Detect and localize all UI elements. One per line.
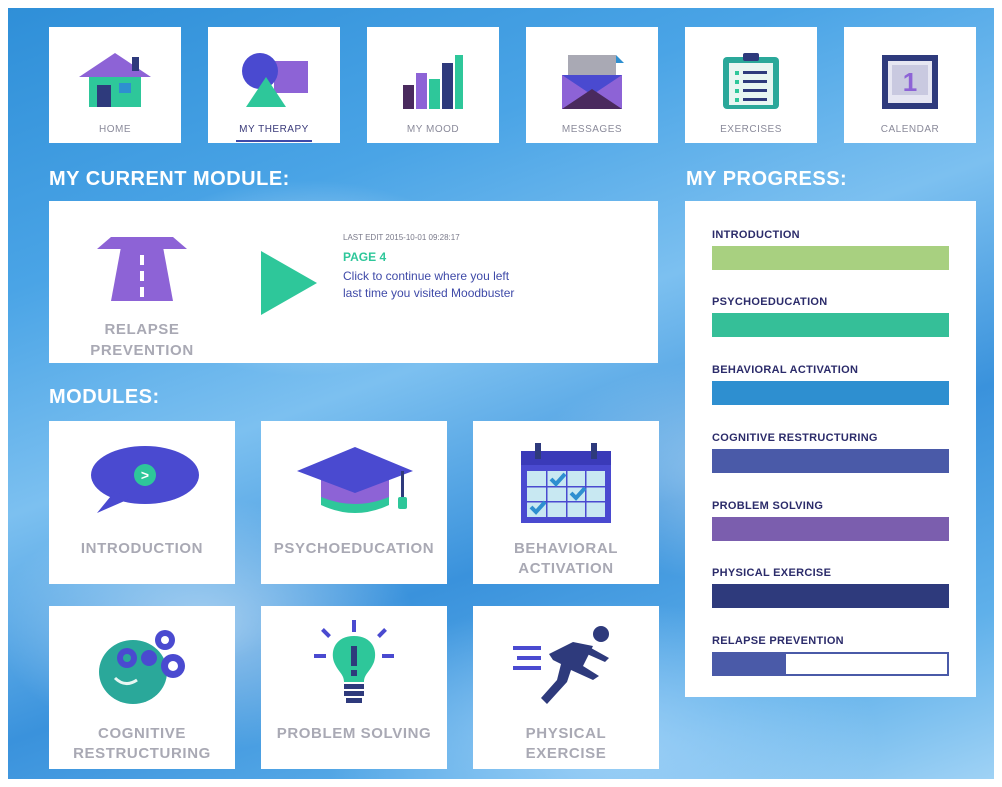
- nav-exercises[interactable]: EXERCISES: [685, 27, 817, 143]
- nav-label: HOME: [99, 124, 131, 135]
- current-module-heading: MY CURRENT MODULE:: [49, 168, 290, 190]
- progress-label: PSYCHOEDUCATION: [712, 296, 828, 308]
- module-label-line1: BEHAVIORAL: [513, 540, 619, 557]
- progress-heading: MY PROGRESS:: [686, 168, 848, 190]
- progress-fill: [712, 313, 949, 337]
- clipboard-icon: [723, 53, 779, 109]
- progress-bar: [712, 652, 949, 676]
- bar-chart-icon: [403, 55, 463, 109]
- module-behavioral-activation[interactable]: BEHAVIORAL ACTIVATION: [473, 421, 659, 584]
- progress-fill: [712, 449, 949, 473]
- continue-text-line2[interactable]: last time you visited Moodbuster: [343, 285, 514, 302]
- module-label: PROBLEM SOLVING: [276, 725, 432, 742]
- graduation-cap-icon: [297, 447, 413, 513]
- lightbulb-icon: [314, 620, 394, 703]
- progress-label: PHYSICAL EXERCISE: [712, 567, 832, 579]
- progress-label: PROBLEM SOLVING: [712, 500, 824, 512]
- continue-text-line1[interactable]: Click to continue where you left: [343, 268, 514, 285]
- module-physical-exercise[interactable]: PHYSICAL EXERCISE: [473, 606, 659, 769]
- module-label: PSYCHOEDUCATION: [273, 540, 435, 557]
- progress-fill: [712, 246, 949, 270]
- progress-bar: [712, 584, 949, 608]
- last-edit-timestamp: LAST EDIT 2015-10-01 09:28:17: [343, 233, 460, 242]
- road-icon: [97, 237, 187, 301]
- progress-bar: [712, 246, 949, 270]
- calendar-icon: 1: [882, 55, 938, 109]
- module-label-line2: RESTRUCTURING: [73, 745, 211, 762]
- progress-label: BEHAVIORAL ACTIVATION: [712, 364, 859, 376]
- play-icon[interactable]: [261, 251, 317, 315]
- module-label-line1: COGNITIVE: [98, 725, 186, 742]
- progress-fill: [712, 517, 949, 541]
- nav-label: EXERCISES: [720, 124, 782, 135]
- progress-label: INTRODUCTION: [712, 229, 800, 241]
- svg-text:1: 1: [903, 67, 917, 97]
- nav-label: CALENDAR: [880, 124, 940, 135]
- module-label-line2: EXERCISE: [525, 745, 607, 762]
- module-psychoeducation[interactable]: PSYCHOEDUCATION: [261, 421, 447, 584]
- current-module-card[interactable]: RELAPSE PREVENTION LAST EDIT 2015-10-01 …: [49, 201, 658, 363]
- nav-label: MY THERAPY: [239, 124, 309, 135]
- module-problem-solving[interactable]: PROBLEM SOLVING: [261, 606, 447, 769]
- nav-calendar[interactable]: 1 CALENDAR: [844, 27, 976, 143]
- module-introduction[interactable]: > INTRODUCTION: [49, 421, 235, 584]
- envelope-icon: [562, 55, 624, 109]
- progress-bar: [712, 517, 949, 541]
- current-module-name-line2: PREVENTION: [90, 342, 194, 359]
- active-tab-indicator: [236, 140, 312, 142]
- progress-label: COGNITIVE RESTRUCTURING: [712, 432, 878, 444]
- runner-icon: [513, 626, 609, 704]
- speech-bubble-icon: >: [91, 446, 199, 513]
- calendar-check-icon: [521, 443, 611, 523]
- nav-messages[interactable]: MESSAGES: [526, 27, 658, 143]
- progress-bar: [712, 313, 949, 337]
- head-gears-icon: [99, 630, 185, 704]
- nav-label: MY MOOD: [406, 124, 460, 135]
- progress-panel: INTRODUCTION PSYCHOEDUCATION BEHAVIORAL …: [685, 201, 976, 697]
- progress-label: RELAPSE PREVENTION: [712, 635, 844, 647]
- svg-text:>: >: [141, 467, 149, 483]
- modules-heading: MODULES:: [49, 386, 160, 408]
- module-label-line1: PHYSICAL: [525, 725, 607, 742]
- house-icon: [79, 53, 151, 107]
- current-page-label: PAGE 4: [343, 250, 387, 264]
- shapes-icon: [242, 53, 308, 107]
- progress-fill: [712, 381, 949, 405]
- nav-home[interactable]: HOME: [49, 27, 181, 143]
- progress-bar: [712, 449, 949, 473]
- nav-label: MESSAGES: [561, 124, 623, 135]
- progress-bar: [712, 381, 949, 405]
- current-module-name-line1: RELAPSE: [104, 321, 180, 338]
- module-label: INTRODUCTION: [80, 540, 204, 557]
- nav-my-mood[interactable]: MY MOOD: [367, 27, 499, 143]
- progress-fill: [714, 654, 787, 674]
- progress-fill: [712, 584, 949, 608]
- module-label-line2: ACTIVATION: [518, 560, 614, 577]
- nav-my-therapy[interactable]: MY THERAPY: [208, 27, 340, 143]
- module-cognitive-restructuring[interactable]: COGNITIVE RESTRUCTURING: [49, 606, 235, 769]
